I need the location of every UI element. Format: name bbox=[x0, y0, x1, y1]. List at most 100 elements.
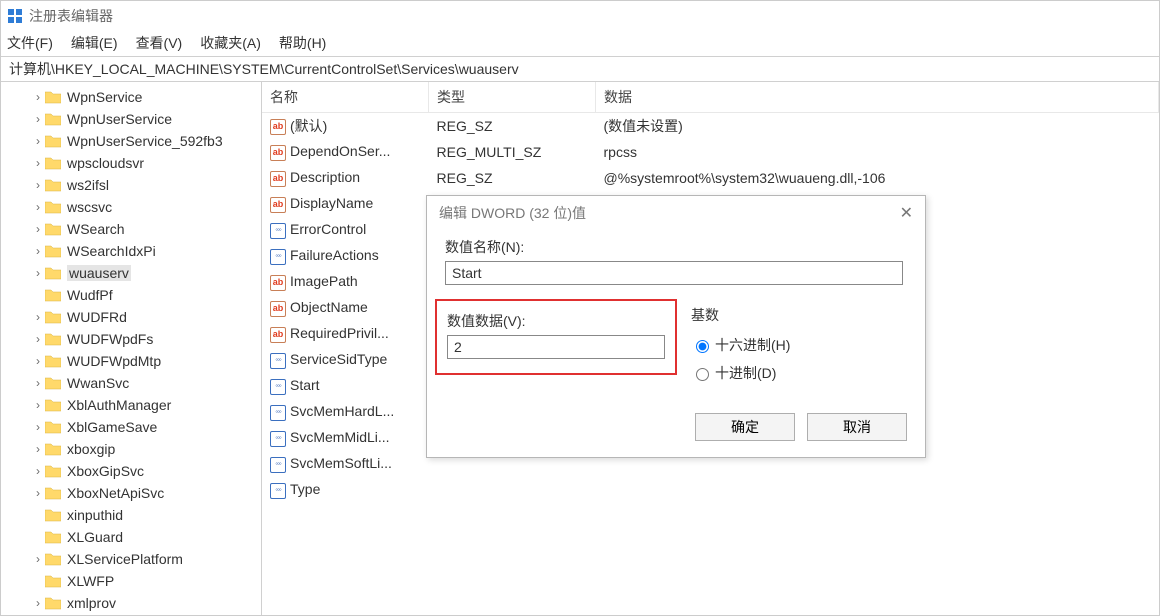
tree-item-label: WwanSvc bbox=[67, 375, 129, 391]
value-row[interactable]: DescriptionREG_SZ@%systemroot%\system32\… bbox=[262, 165, 1159, 191]
binary-value-icon bbox=[270, 353, 286, 369]
tree-item-wuauserv[interactable]: › wuauserv bbox=[1, 262, 261, 284]
folder-icon bbox=[45, 244, 61, 258]
caret-icon[interactable]: › bbox=[31, 222, 45, 236]
tree-item-label: XblGameSave bbox=[67, 419, 157, 435]
menu-edit[interactable]: 编辑(E) bbox=[71, 33, 118, 53]
caret-icon[interactable]: › bbox=[31, 310, 45, 324]
caret-icon[interactable]: › bbox=[31, 464, 45, 478]
value-row[interactable]: DependOnSer...REG_MULTI_SZrpcss bbox=[262, 139, 1159, 165]
tree-item-wpnuserservice[interactable]: ›WpnUserService bbox=[1, 108, 261, 130]
col-type[interactable]: 类型 bbox=[429, 82, 596, 113]
value-data bbox=[596, 477, 1159, 503]
caret-icon[interactable]: › bbox=[31, 178, 45, 192]
value-name: DisplayName bbox=[290, 195, 373, 211]
folder-icon bbox=[45, 354, 61, 368]
caret-icon[interactable]: › bbox=[31, 266, 45, 280]
tree-item-xlguard[interactable]: ›XLGuard bbox=[1, 526, 261, 548]
tree-item-xblgamesave[interactable]: › XblGameSave bbox=[1, 416, 261, 438]
caret-icon[interactable]: › bbox=[31, 354, 45, 368]
menu-view[interactable]: 查看(V) bbox=[136, 33, 183, 53]
value-name-input[interactable] bbox=[445, 261, 903, 285]
close-icon[interactable]: ✕ bbox=[900, 203, 913, 223]
tree-item-wudfrd[interactable]: ›WUDFRd bbox=[1, 306, 261, 328]
caret-icon[interactable]: › bbox=[31, 420, 45, 434]
tree-item-wscsvc[interactable]: ›wscsvc bbox=[1, 196, 261, 218]
folder-icon bbox=[45, 90, 61, 104]
col-name[interactable]: 名称 bbox=[262, 82, 429, 113]
value-row[interactable]: Type bbox=[262, 477, 1159, 503]
tree-item-xmlprov[interactable]: ›xmlprov bbox=[1, 592, 261, 614]
highlight-box: 数值数据(V): bbox=[435, 299, 677, 375]
value-name: Description bbox=[290, 169, 360, 185]
caret-icon[interactable]: › bbox=[31, 442, 45, 456]
caret-icon[interactable]: › bbox=[31, 398, 45, 412]
registry-editor-window: 注册表编辑器 文件(F) 编辑(E) 查看(V) 收藏夹(A) 帮助(H) 计算… bbox=[0, 0, 1160, 616]
caret-icon[interactable]: › bbox=[31, 156, 45, 170]
folder-icon bbox=[45, 486, 61, 500]
tree-item-wpnuserservice_592fb3[interactable]: ›WpnUserService_592fb3 bbox=[1, 130, 261, 152]
caret-icon[interactable]: › bbox=[31, 134, 45, 148]
caret-icon[interactable]: › bbox=[31, 596, 45, 610]
tree-item-wudfpf[interactable]: ›WudfPf bbox=[1, 284, 261, 306]
dialog-title-text: 编辑 DWORD (32 位)值 bbox=[439, 203, 586, 223]
value-type: REG_SZ bbox=[429, 165, 596, 191]
value-row[interactable]: (默认)REG_SZ(数值未设置) bbox=[262, 113, 1159, 140]
tree-item-xinputhid[interactable]: ›xinputhid bbox=[1, 504, 261, 526]
tree-item-wwansvc[interactable]: › WwanSvc bbox=[1, 372, 261, 394]
tree-item-wsearchidxpi[interactable]: ›WSearchIdxPi bbox=[1, 240, 261, 262]
tree-item-label: WpnService bbox=[67, 89, 142, 105]
folder-icon bbox=[45, 398, 61, 412]
tree-item-wsearch[interactable]: ›WSearch bbox=[1, 218, 261, 240]
caret-icon[interactable]: › bbox=[31, 90, 45, 104]
cancel-button[interactable]: 取消 bbox=[807, 413, 907, 441]
caret-icon[interactable]: › bbox=[31, 332, 45, 346]
caret-icon[interactable]: › bbox=[31, 244, 45, 258]
string-value-icon bbox=[270, 171, 286, 187]
dialog-titlebar[interactable]: 编辑 DWORD (32 位)值 ✕ bbox=[427, 196, 925, 230]
tree-item-xlserviceplatform[interactable]: ›XLServicePlatform bbox=[1, 548, 261, 570]
value-name-label: 数值名称(N): bbox=[445, 237, 907, 257]
caret-icon[interactable]: › bbox=[31, 486, 45, 500]
ok-button[interactable]: 确定 bbox=[695, 413, 795, 441]
value-name: DependOnSer... bbox=[290, 143, 390, 159]
caret-icon[interactable]: › bbox=[31, 376, 45, 390]
radio-dec-input[interactable] bbox=[696, 368, 709, 381]
value-name: (默认) bbox=[290, 118, 327, 134]
tree-item-xboxgipsvc[interactable]: ›XboxGipSvc bbox=[1, 460, 261, 482]
string-value-icon bbox=[270, 197, 286, 213]
tree-item-wpnservice[interactable]: › WpnService bbox=[1, 86, 261, 108]
binary-value-icon bbox=[270, 431, 286, 447]
tree-item-wudfwpdfs[interactable]: ›WUDFWpdFs bbox=[1, 328, 261, 350]
address-bar[interactable]: 计算机\HKEY_LOCAL_MACHINE\SYSTEM\CurrentCon… bbox=[1, 56, 1159, 82]
value-type: REG_MULTI_SZ bbox=[429, 139, 596, 165]
radio-dec[interactable]: 十进制(D) bbox=[691, 359, 790, 387]
value-name: SvcMemHardL... bbox=[290, 403, 394, 419]
value-data-input[interactable] bbox=[447, 335, 665, 359]
caret-icon[interactable]: › bbox=[31, 200, 45, 214]
tree-item-ws2ifsl[interactable]: ›ws2ifsl bbox=[1, 174, 261, 196]
menu-file[interactable]: 文件(F) bbox=[7, 33, 53, 53]
radio-hex-input[interactable] bbox=[696, 340, 709, 353]
value-name: ImagePath bbox=[290, 273, 358, 289]
folder-icon bbox=[45, 464, 61, 478]
folder-icon bbox=[45, 222, 61, 236]
tree-item-xlwfp[interactable]: ›XLWFP bbox=[1, 570, 261, 592]
radio-hex[interactable]: 十六进制(H) bbox=[691, 331, 790, 359]
col-data[interactable]: 数据 bbox=[596, 82, 1159, 113]
tree-item-wpscloudsvr[interactable]: ›wpscloudsvr bbox=[1, 152, 261, 174]
menu-fav[interactable]: 收藏夹(A) bbox=[200, 33, 261, 53]
caret-icon[interactable]: › bbox=[31, 552, 45, 566]
tree-item-xboxnetapisvc[interactable]: ›XboxNetApiSvc bbox=[1, 482, 261, 504]
menu-help[interactable]: 帮助(H) bbox=[279, 33, 326, 53]
tree-item-wudfwpdmtp[interactable]: ›WUDFWpdMtp bbox=[1, 350, 261, 372]
tree-item-xblauthmanager[interactable]: ›XblAuthManager bbox=[1, 394, 261, 416]
binary-value-icon bbox=[270, 405, 286, 421]
string-value-icon bbox=[270, 145, 286, 161]
tree-item-xboxgip[interactable]: ›xboxgip bbox=[1, 438, 261, 460]
folder-icon bbox=[45, 420, 61, 434]
tree-item-label: wuauserv bbox=[67, 265, 131, 281]
caret-icon[interactable]: › bbox=[31, 112, 45, 126]
value-data: (数值未设置) bbox=[596, 113, 1159, 140]
tree-pane[interactable]: › WpnService ›WpnUserService›WpnUserServic… bbox=[1, 82, 262, 616]
